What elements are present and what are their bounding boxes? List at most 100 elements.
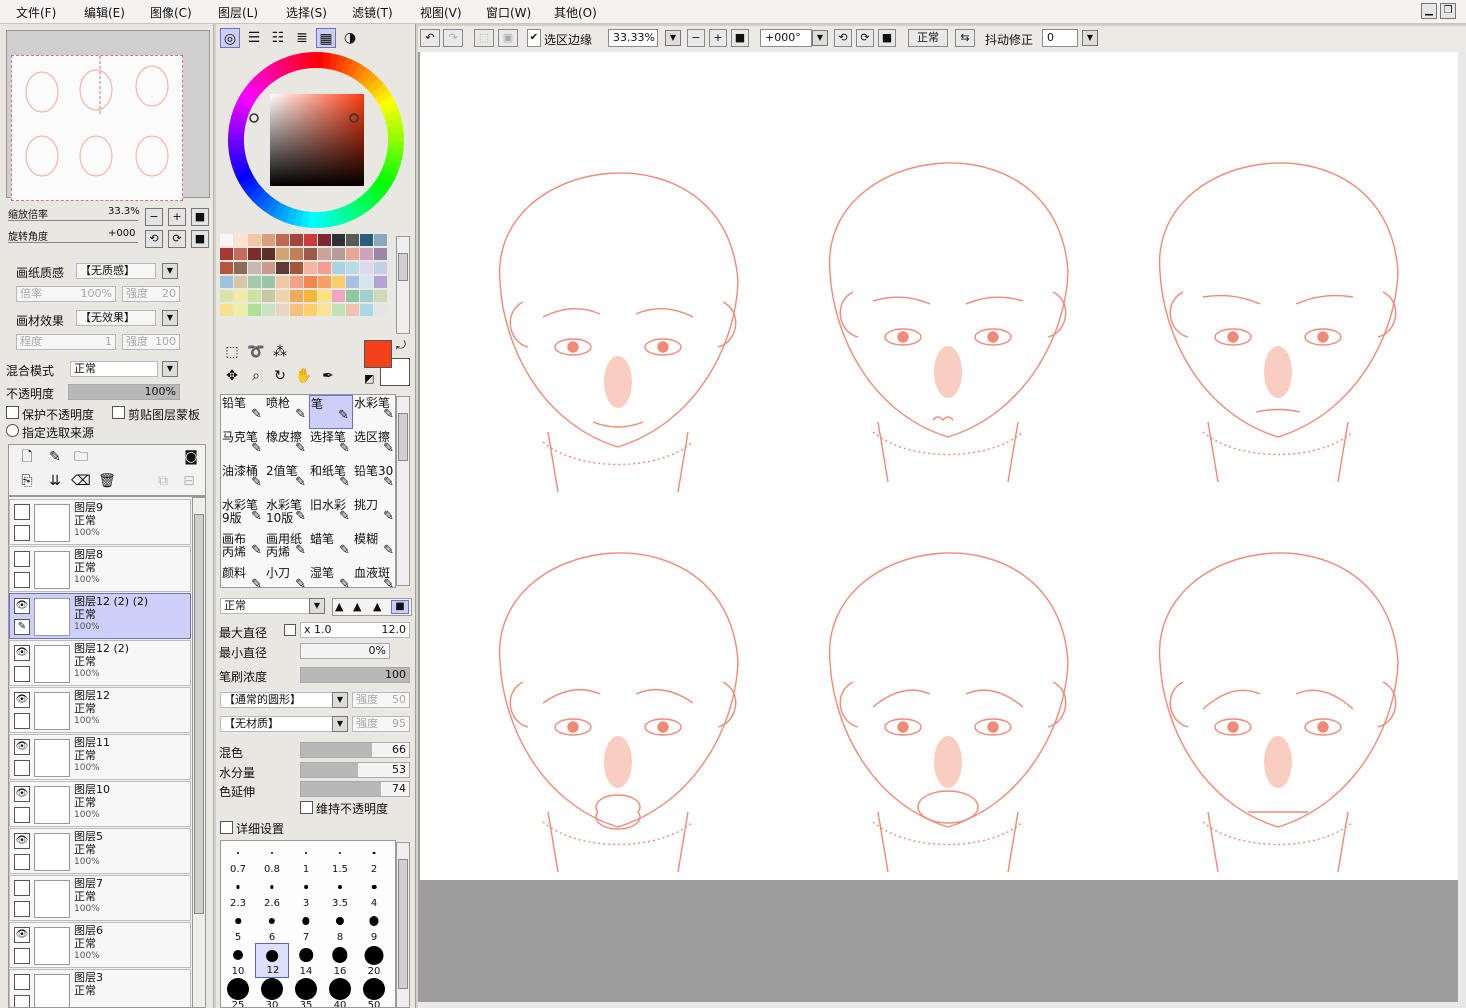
brush-shape-round-icon[interactable]: ▲ [373,600,381,613]
color-swatch[interactable] [262,234,275,246]
color-swatch[interactable] [318,248,331,260]
brush-shape-dropdown-icon[interactable]: ▼ [332,692,348,708]
color-swatch[interactable] [276,234,289,246]
brush-size-cell[interactable]: 20 [357,943,391,978]
color-swatch[interactable] [360,304,373,316]
brush-size-cell[interactable]: 10 [221,943,255,978]
layer-row[interactable]: 图层3 正常 [9,969,191,1007]
brush-size-cell[interactable]: 2.3 [221,875,255,910]
canvas-hscrollbar[interactable] [418,1002,1458,1008]
brush-tool[interactable]: 旧水彩 ✎ [309,497,353,531]
brush-tool[interactable]: 铅笔 ✎ [221,395,265,429]
menu-layer[interactable]: 图层(L) [218,4,258,21]
palette-scrollbar[interactable] [396,236,410,334]
color-swatch[interactable] [248,304,261,316]
layer-visibility-eye-icon[interactable]: 👁 [14,927,30,943]
zoom-select[interactable]: 33.33% [608,29,658,47]
color-swatch[interactable] [290,262,303,274]
nav-zoom-in-icon[interactable]: + [168,208,186,226]
brush-scrollbar[interactable] [396,396,410,586]
color-swatch[interactable] [374,234,387,246]
menu-view[interactable]: 视图(V) [420,4,462,21]
color-swatch[interactable] [262,262,275,274]
color-swatch[interactable] [360,234,373,246]
color-swatch[interactable] [374,290,387,302]
size-scroll-thumb[interactable] [398,859,408,989]
blend-mode-select[interactable]: 正常 [70,361,158,377]
color-swatch[interactable] [332,262,345,274]
rotate-right-icon[interactable]: ⟳ [856,29,874,47]
texture-strength-field[interactable]: 强度 95 [352,716,410,732]
color-swatch[interactable] [318,290,331,302]
color-swatch[interactable] [346,262,359,274]
canvas-vscrollbar[interactable] [1458,52,1466,1008]
brush-blend-dropdown-icon[interactable]: ▼ [309,598,325,614]
layer-visibility-eye-icon[interactable]: 👁 [14,833,30,849]
brush-size-cell[interactable]: 1.5 [323,841,357,876]
max-size-slider[interactable]: x 1.0 12.0 [300,622,410,638]
color-swatch[interactable] [234,290,247,302]
color-swatch[interactable] [318,304,331,316]
color-swatch[interactable] [290,276,303,288]
blend-mode-dropdown-icon[interactable]: ▼ [162,361,178,377]
rotation-select[interactable]: +000° [760,29,812,47]
protect-opacity-checkbox[interactable] [6,406,19,419]
color-swatch[interactable] [262,304,275,316]
layer-row[interactable]: 图层9 正常 100% [9,499,191,545]
brush-size-cell[interactable]: 50 [357,977,391,1007]
rect-select-icon[interactable]: ⬚ [222,342,242,362]
nav-rotate-left-icon[interactable]: ⟲ [145,230,163,248]
brush-tool[interactable]: 小刀 ✎ [265,565,309,587]
color-swatch[interactable] [276,248,289,260]
color-swatch[interactable] [318,262,331,274]
nav-rotate-reset-icon[interactable]: ■ [191,230,209,248]
layer-row[interactable]: 👁 图层12 正常 100% [9,687,191,733]
delete-layer-icon[interactable]: 🗑 [97,471,117,491]
color-swatch[interactable] [304,290,317,302]
brush-texture-select[interactable]: 【无材质】 [220,716,334,732]
color-swatch[interactable] [318,234,331,246]
paper-texture-dropdown-icon[interactable]: ▼ [162,263,178,279]
layer-visibility-eye-icon[interactable]: 👁 [14,692,30,708]
selection-source-radio[interactable] [6,424,19,437]
rotate-left-icon[interactable]: ⟲ [834,29,852,47]
angle-slider[interactable] [8,242,138,243]
layer-edit-toggle[interactable] [14,901,30,917]
copy-layer-icon[interactable]: ⎘ [17,471,37,491]
color-swatch[interactable] [220,248,233,260]
brush-tool[interactable]: 水彩笔 10版 ✎ [265,497,309,531]
layer-visibility-eye-icon[interactable]: 👁 [14,645,30,661]
color-swatch[interactable] [276,304,289,316]
effect-degree-field[interactable]: 程度 1 [16,334,116,350]
brush-size-cell[interactable]: 0.8 [255,841,289,876]
color-swatch[interactable] [346,276,359,288]
blend-slider[interactable]: 66 [300,742,410,758]
brush-size-cell[interactable]: 8 [323,909,357,944]
brush-scroll-thumb[interactable] [398,413,408,461]
brush-tool[interactable]: 水彩笔 ✎ [353,395,395,429]
color-swatch[interactable] [374,276,387,288]
layer-row[interactable]: 👁 图层12 (2) 正常 100% [9,640,191,686]
brush-tool[interactable]: 橡皮擦 ✎ [265,429,309,463]
paper-effect-dropdown-icon[interactable]: ▼ [162,310,178,326]
brush-tool[interactable]: 画用纸 丙烯 ✎ [265,531,309,565]
color-swatch[interactable] [290,304,303,316]
color-swatch[interactable] [234,234,247,246]
nav-zoom-out-icon[interactable]: − [145,208,163,226]
rotation-dropdown-icon[interactable]: ▼ [812,30,828,46]
brush-size-cell[interactable]: 0.7 [221,841,255,876]
layer-visibility-eye-icon[interactable] [14,504,30,520]
keep-opacity-checkbox[interactable] [300,801,313,814]
delete-mask-icon[interactable]: ⊟ [179,471,199,491]
brush-size-cell[interactable]: 35 [289,977,323,1007]
brush-size-cell[interactable]: 7 [289,909,323,944]
scratchpad-tab-icon[interactable]: ◑ [340,28,360,48]
primary-color-front[interactable] [364,340,392,368]
layer-edit-toggle[interactable] [14,948,30,964]
color-swatch[interactable] [220,262,233,274]
color-swatch[interactable] [220,276,233,288]
magic-wand-icon[interactable]: ⁂ [270,342,290,362]
selection-edge-checkbox[interactable]: ✔ [527,29,541,47]
brush-size-cell[interactable]: 16 [323,943,357,978]
layer-row[interactable]: 👁 图层10 正常 100% [9,781,191,827]
